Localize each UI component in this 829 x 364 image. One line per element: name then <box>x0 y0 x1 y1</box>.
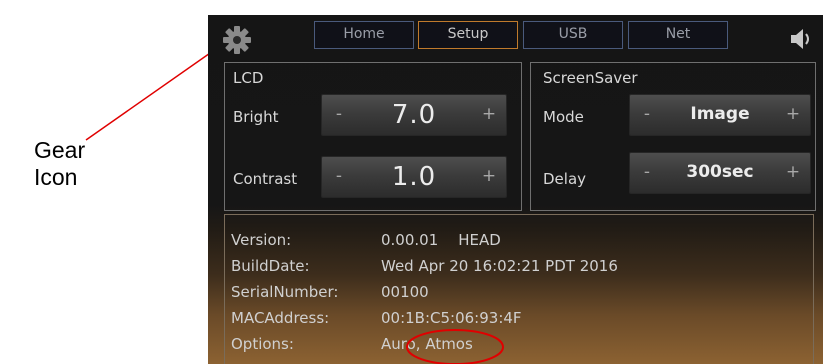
delay-decrease-button[interactable]: - <box>634 153 660 193</box>
build-date-label: BuildDate: <box>231 257 310 275</box>
speaker-icon[interactable] <box>788 27 814 51</box>
contrast-increase-button[interactable]: + <box>476 157 502 197</box>
serial-number-label: SerialNumber: <box>231 283 339 301</box>
contrast-value: 1.0 <box>391 162 437 192</box>
mode-stepper: - Image + <box>629 94 811 136</box>
options-label: Options: <box>231 335 294 353</box>
tab-home[interactable]: Home <box>314 21 414 49</box>
delay-value: 300sec <box>686 162 754 182</box>
bright-increase-button[interactable]: + <box>476 95 502 135</box>
tab-usb[interactable]: USB <box>523 21 623 49</box>
version-label: Version: <box>231 231 292 249</box>
tab-net[interactable]: Net <box>628 21 728 49</box>
mac-address-value: 00:1B:C5:06:93:4F <box>381 309 522 327</box>
mode-increase-button[interactable]: + <box>780 95 806 135</box>
contrast-stepper: - 1.0 + <box>321 156 507 198</box>
version-number: 0.00.01 <box>381 231 439 249</box>
bright-decrease-button[interactable]: - <box>326 95 352 135</box>
mode-decrease-button[interactable]: - <box>634 95 660 135</box>
serial-number-value: 00100 <box>381 283 429 301</box>
mode-label: Mode <box>543 108 584 126</box>
tab-setup[interactable]: Setup <box>418 21 518 49</box>
screensaver-title: ScreenSaver <box>543 69 638 87</box>
delay-stepper: - 300sec + <box>629 152 811 194</box>
system-info-panel: Version: 0.00.01 HEAD BuildDate: Wed Apr … <box>224 214 814 364</box>
build-date-value: Wed Apr 20 16:02:21 PDT 2016 <box>381 257 618 275</box>
options-value: Auro, Atmos <box>381 335 473 353</box>
bright-label: Bright <box>233 108 279 126</box>
version-tag: HEAD <box>458 231 501 249</box>
gear-icon[interactable] <box>222 25 252 55</box>
bright-value: 7.0 <box>391 100 437 130</box>
contrast-decrease-button[interactable]: - <box>326 157 352 197</box>
lcd-title: LCD <box>233 69 264 87</box>
contrast-label: Contrast <box>233 170 298 188</box>
lcd-panel: LCD Bright - 7.0 + Contrast - 1.0 + <box>224 62 522 211</box>
mode-value: Image <box>690 104 750 124</box>
delay-label: Delay <box>543 170 587 188</box>
device-screen: Home Setup USB Net LCD Bright - 7.0 + Co… <box>208 15 823 364</box>
delay-increase-button[interactable]: + <box>780 153 806 193</box>
mac-address-label: MACAddress: <box>231 309 330 327</box>
screensaver-panel: ScreenSaver Mode - Image + Delay - 300se… <box>530 62 816 211</box>
version-value: 0.00.01 HEAD <box>381 231 501 249</box>
bright-stepper: - 7.0 + <box>321 94 507 136</box>
